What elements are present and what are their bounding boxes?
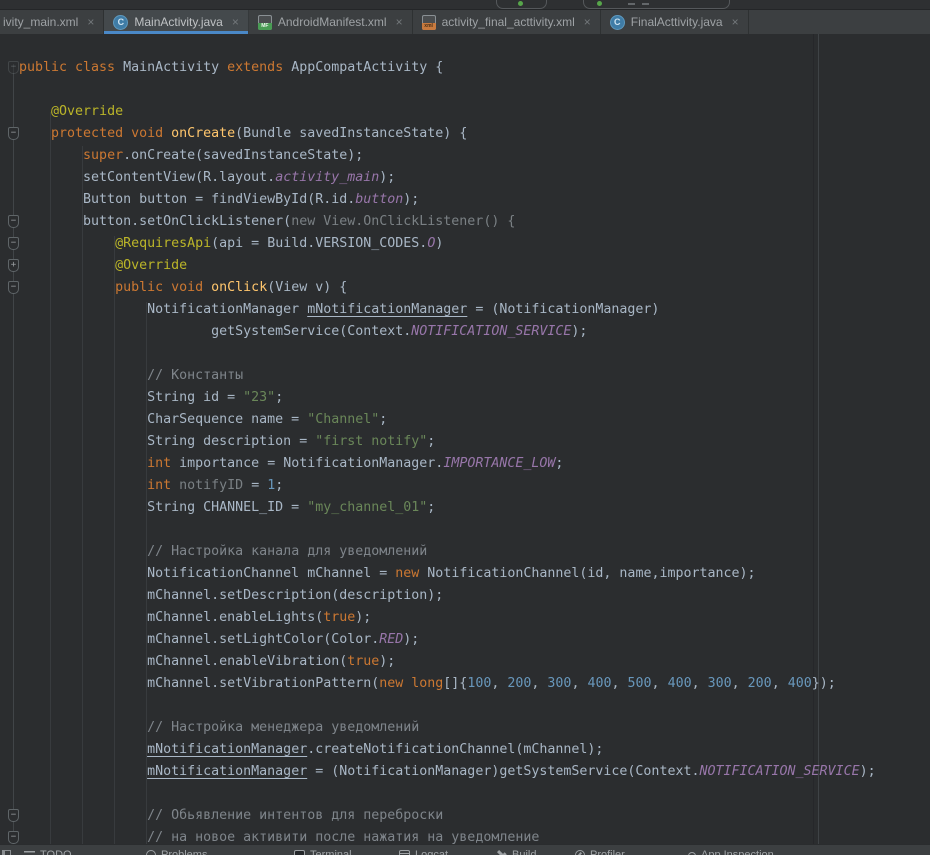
green-status-dot-icon xyxy=(597,1,602,6)
code-line[interactable]: int notifyID = 1; xyxy=(0,475,930,497)
toolwindow-button-label: TODO xyxy=(40,849,72,855)
fold-marker[interactable]: − xyxy=(8,61,19,74)
fold-marker[interactable]: − xyxy=(8,831,19,844)
code-line[interactable]: @Override xyxy=(0,101,930,123)
code-line[interactable]: @Override xyxy=(0,255,930,277)
toolwindow-button-label: Build xyxy=(512,849,536,855)
code-line[interactable]: // Константы xyxy=(0,365,930,387)
tab-label: FinalActtivity.java xyxy=(631,15,723,29)
icon-band: xml xyxy=(422,23,436,30)
tab-mainactivity-java[interactable]: C MainActivity.java × xyxy=(104,10,249,34)
toolwindow-button-terminal[interactable]: Terminal xyxy=(294,849,352,855)
tab-label: AndroidManifest.xml xyxy=(278,15,387,29)
manifest-file-icon: MF xyxy=(258,15,272,30)
code-line[interactable]: @RequiresApi(api = Build.VERSION_CODES.O… xyxy=(0,233,930,255)
code-line[interactable]: String CHANNEL_ID = "my_channel_01"; xyxy=(0,497,930,519)
code-line[interactable]: mChannel.setVibrationPattern(new long[]{… xyxy=(0,673,930,695)
close-icon[interactable]: × xyxy=(87,16,94,28)
code-line[interactable]: String id = "23"; xyxy=(0,387,930,409)
ide-window: ivity_main.xml × C MainActivity.java × MF Andr… xyxy=(0,0,930,855)
toolwindow-button-todo[interactable]: TODO xyxy=(24,849,72,855)
tab-androidmanifest-xml[interactable]: MF AndroidManifest.xml × xyxy=(249,10,413,34)
java-class-icon: C xyxy=(610,15,625,30)
run-toolbar-pill[interactable] xyxy=(496,0,547,9)
code-line[interactable]: mChannel.setLightColor(Color.RED); xyxy=(0,629,930,651)
code-line[interactable]: NotificationChannel mChannel = new Notif… xyxy=(0,563,930,585)
code-line[interactable]: public void onClick(View v) { xyxy=(0,277,930,299)
code-line[interactable]: protected void onCreate(Bundle savedInst… xyxy=(0,123,930,145)
code-line[interactable] xyxy=(0,79,930,101)
code-line[interactable] xyxy=(0,519,930,541)
tab-label: activity_final_acttivity.xml xyxy=(442,15,575,29)
code-line[interactable]: public class MainActivity extends AppCom… xyxy=(0,57,930,79)
code-line[interactable]: Button button = findViewById(R.id.button… xyxy=(0,189,930,211)
icon-letter: C xyxy=(118,17,125,27)
toolwindow-button-build[interactable]: Build xyxy=(496,849,536,855)
fold-marker[interactable]: − xyxy=(8,127,19,140)
code-line[interactable]: setContentView(R.layout.activity_main); xyxy=(0,167,930,189)
toolbar-strip xyxy=(0,0,930,10)
todo-icon xyxy=(24,851,35,855)
toolwindow-button-label: Logcat xyxy=(415,849,448,855)
tool-window-toggle-icon[interactable] xyxy=(2,850,11,855)
fold-marker[interactable]: − xyxy=(8,215,19,228)
icon-band: MF xyxy=(258,23,272,30)
build-icon xyxy=(496,850,507,855)
tab-activity-final-acttivity-xml[interactable]: xml activity_final_acttivity.xml × xyxy=(413,10,601,34)
device-toolbar-pill[interactable] xyxy=(583,0,730,9)
toolbar-dash-icon xyxy=(628,3,635,5)
profiler-icon xyxy=(575,850,585,855)
code-line[interactable]: // Обьявление интентов для переброски xyxy=(0,805,930,827)
code-line[interactable]: String description = "first notify"; xyxy=(0,431,930,453)
fold-marker[interactable]: − xyxy=(8,281,19,294)
close-icon[interactable]: × xyxy=(584,16,591,28)
logcat-icon xyxy=(399,850,410,855)
toolwindow-button-logcat[interactable]: Logcat xyxy=(399,849,448,855)
fold-marker[interactable]: + xyxy=(8,259,19,272)
fold-marker[interactable]: − xyxy=(8,809,19,822)
toolwindow-button-label: Problems xyxy=(161,849,207,855)
code-line[interactable] xyxy=(0,783,930,805)
code-line[interactable]: button.setOnClickListener(new View.OnCli… xyxy=(0,211,930,233)
toolwindow-button-label: Terminal xyxy=(310,849,352,855)
tab-label: MainActivity.java xyxy=(134,15,222,29)
tab-label: ivity_main.xml xyxy=(3,15,78,29)
close-icon[interactable]: × xyxy=(732,16,739,28)
code-line[interactable] xyxy=(0,343,930,365)
toolwindow-button-label: App Inspection xyxy=(701,849,774,855)
code-line[interactable]: int importance = NotificationManager.IMP… xyxy=(0,453,930,475)
code-line[interactable]: mChannel.enableVibration(true); xyxy=(0,651,930,673)
java-class-icon: C xyxy=(113,15,128,30)
toolbar-dash-icon xyxy=(642,3,649,5)
app-inspection-icon xyxy=(688,852,696,855)
code-line[interactable]: mChannel.enableLights(true); xyxy=(0,607,930,629)
toolwindow-button-app-inspection[interactable]: App Inspection xyxy=(688,849,774,855)
tab-activity-main-xml[interactable]: ivity_main.xml × xyxy=(0,10,104,34)
code-line[interactable]: mChannel.setDescription(description); xyxy=(0,585,930,607)
code-line[interactable]: mNotificationManager = (NotificationMana… xyxy=(0,761,930,783)
tool-window-bar: TODO Problems Terminal Logcat Build Profiler A… xyxy=(0,844,930,855)
code-line[interactable] xyxy=(0,695,930,717)
icon-letter: C xyxy=(614,17,621,27)
close-icon[interactable]: × xyxy=(232,16,239,28)
code-line[interactable]: // Настройка менеджера уведомлений xyxy=(0,717,930,739)
code-line[interactable]: mNotificationManager.createNotificationC… xyxy=(0,739,930,761)
close-icon[interactable]: × xyxy=(396,16,403,28)
toolwindow-button-problems[interactable]: Problems xyxy=(146,849,207,855)
tab-finalacttivity-java[interactable]: C FinalActtivity.java × xyxy=(601,10,749,34)
terminal-icon xyxy=(294,850,305,855)
toolwindow-button-label: Profiler xyxy=(590,849,625,855)
code-lines[interactable]: public class MainActivity extends AppCom… xyxy=(0,57,930,849)
code-line[interactable]: super.onCreate(savedInstanceState); xyxy=(0,145,930,167)
code-line[interactable]: getSystemService(Context.NOTIFICATION_SE… xyxy=(0,321,930,343)
code-line[interactable]: // Настройка канала для уведомлений xyxy=(0,541,930,563)
problems-icon xyxy=(146,850,156,855)
layout-xml-file-icon: xml xyxy=(422,15,436,30)
code-line[interactable]: NotificationManager mNotificationManager… xyxy=(0,299,930,321)
green-status-dot-icon xyxy=(518,1,523,6)
fold-marker[interactable]: − xyxy=(8,237,19,250)
toolwindow-button-profiler[interactable]: Profiler xyxy=(575,849,625,855)
editor-tab-bar: ivity_main.xml × C MainActivity.java × MF Andr… xyxy=(0,10,930,34)
code-line[interactable]: CharSequence name = "Channel"; xyxy=(0,409,930,431)
